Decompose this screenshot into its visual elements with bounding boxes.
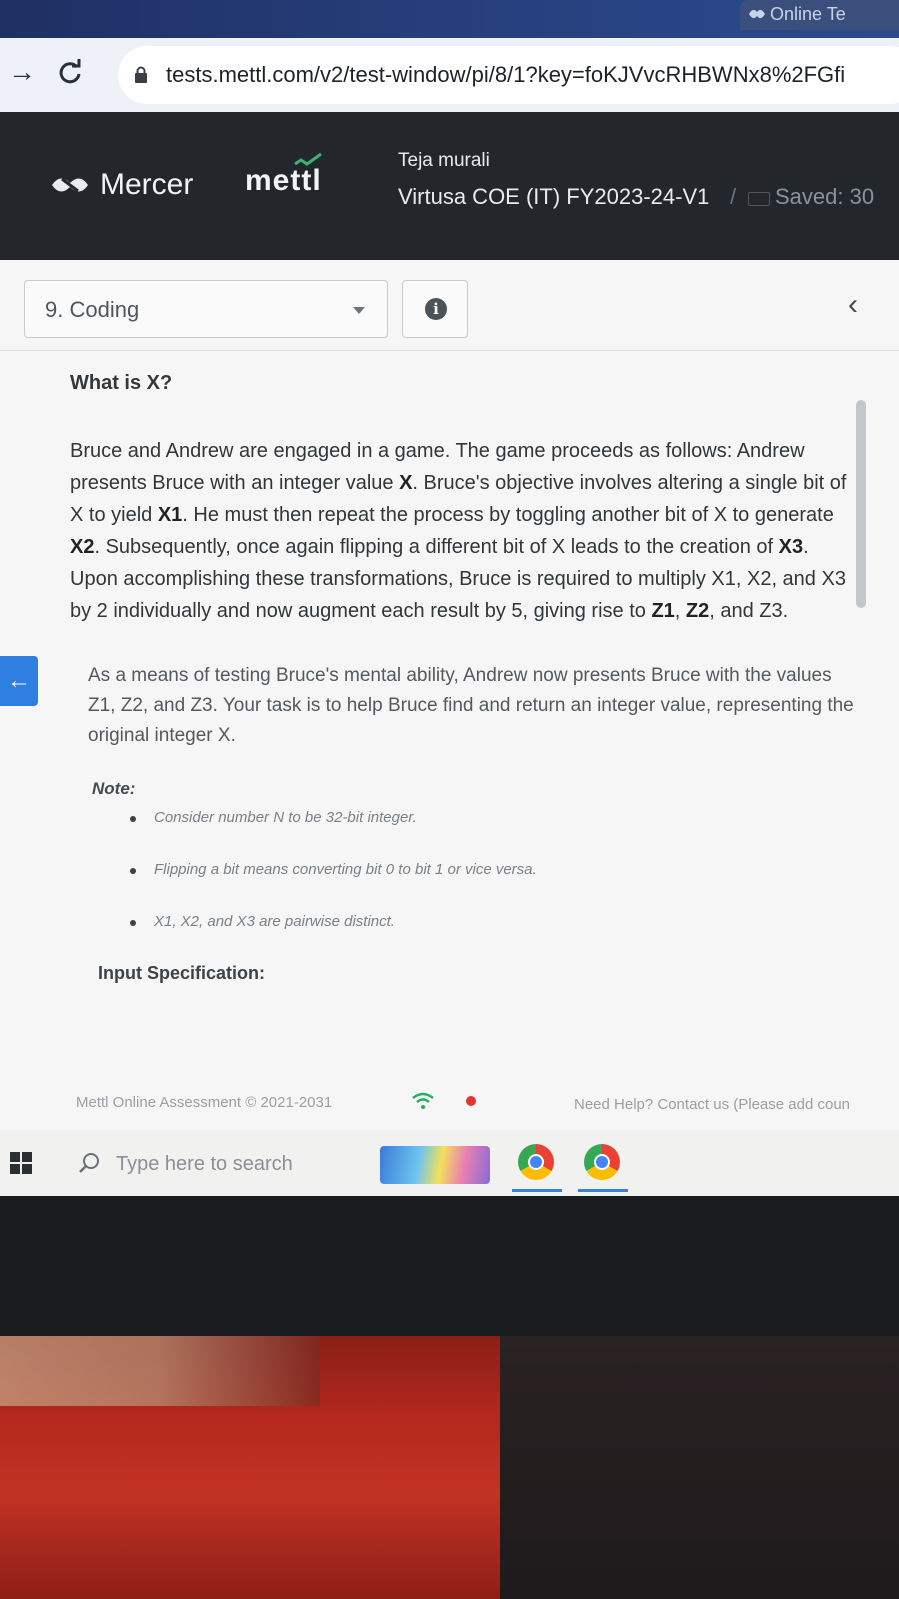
scrollbar[interactable] bbox=[856, 400, 866, 608]
address-bar[interactable]: tests.mettl.com/v2/test-window/pi/8/1?ke… bbox=[118, 46, 899, 104]
section-dropdown-value: 9. Coding bbox=[45, 297, 140, 322]
bold-term: Z1 bbox=[651, 600, 675, 622]
mercer-logo-text: Mercer bbox=[100, 168, 194, 201]
recording-indicator-icon bbox=[466, 1096, 476, 1106]
chevron-down-icon bbox=[353, 307, 365, 314]
mettl-logo-text: mettl bbox=[245, 164, 322, 197]
chevron-left-icon[interactable]: ‹ bbox=[848, 288, 858, 322]
desk-shadow bbox=[500, 1336, 899, 1599]
app-header: Mercer mettl Teja murali Virtusa COE (IT… bbox=[0, 112, 899, 260]
info-icon: i bbox=[425, 298, 447, 320]
url-text: tests.mettl.com/v2/test-window/pi/8/1?ke… bbox=[166, 62, 846, 87]
text-run: , bbox=[674, 600, 686, 622]
bold-term: X bbox=[399, 472, 413, 494]
test-name: Virtusa COE (IT) FY2023-24-V1 bbox=[398, 184, 710, 209]
section-dropdown[interactable]: 9. Coding bbox=[24, 280, 388, 338]
bold-term: Z2 bbox=[685, 600, 710, 622]
bold-term: X1 bbox=[157, 504, 183, 526]
saved-status: Saved: 30 bbox=[775, 184, 875, 209]
search-highlight-image[interactable] bbox=[380, 1146, 490, 1184]
user-name: Teja murali bbox=[398, 150, 490, 171]
arrow-left-icon[interactable]: ← bbox=[0, 656, 38, 706]
browser-tab-strip: Online Te bbox=[0, 0, 899, 38]
mercer-logo: Mercer bbox=[50, 168, 193, 202]
info-button[interactable]: i bbox=[402, 280, 468, 338]
footer-copyright: Mettl Online Assessment © 2021-2031 bbox=[76, 1094, 333, 1111]
forward-arrow-icon[interactable]: → bbox=[2, 52, 42, 92]
windows-logo-icon[interactable] bbox=[10, 1152, 32, 1174]
chrome-icon[interactable] bbox=[512, 1140, 562, 1192]
question-body: What is X? Bruce and Andrew are engaged … bbox=[70, 360, 860, 984]
tab-favicon-icon bbox=[749, 9, 765, 19]
header-separator: / bbox=[730, 184, 737, 209]
divider bbox=[0, 350, 899, 351]
browser-tab[interactable]: Online Te bbox=[740, 0, 899, 30]
save-status-icon bbox=[748, 192, 770, 206]
desk-object bbox=[0, 1336, 320, 1406]
search-icon bbox=[79, 1153, 99, 1173]
input-specification-heading: Input Specification: bbox=[98, 963, 266, 983]
monitor-bezel bbox=[0, 1196, 899, 1336]
wifi-icon bbox=[412, 1092, 434, 1109]
mercer-logo-icon bbox=[52, 177, 88, 193]
reload-icon[interactable] bbox=[50, 52, 90, 92]
bold-term: X2 bbox=[70, 536, 95, 558]
question-paragraph-2: As a means of testing Bruce's mental abi… bbox=[88, 665, 854, 746]
mettl-logo: mettl bbox=[245, 152, 322, 198]
browser-toolbar: → tests.mettl.com/v2/test-window/pi/8/1?… bbox=[0, 38, 899, 112]
bold-term: X3 bbox=[778, 536, 804, 558]
question-paragraph-1: Bruce and Andrew are engaged in a game. … bbox=[70, 435, 860, 627]
tab-title: Online Te bbox=[770, 4, 846, 24]
note-item: X1, X2, and X3 are pairwise distinct. bbox=[130, 907, 860, 959]
taskbar-search[interactable]: Type here to search bbox=[70, 1144, 370, 1184]
note-label: Note: bbox=[92, 779, 136, 798]
text-run: , and Z3. bbox=[709, 600, 789, 622]
note-list: Consider number N to be 32-bit integer. … bbox=[70, 803, 860, 959]
question-title: What is X? bbox=[70, 372, 173, 394]
windows-taskbar: Type here to search bbox=[0, 1130, 899, 1196]
lock-icon bbox=[135, 66, 147, 83]
note-item: Flipping a bit means converting bit 0 to… bbox=[130, 855, 860, 907]
question-panel: 9. Coding i ‹ What is X? Bruce and Andre… bbox=[0, 260, 899, 1210]
footer: Mettl Online Assessment © 2021-2031 Need… bbox=[0, 1080, 899, 1130]
mettl-tick-icon bbox=[294, 152, 322, 166]
chrome-icon[interactable] bbox=[578, 1140, 628, 1192]
text-run: . Subsequently, once again flipping a di… bbox=[94, 536, 779, 558]
help-link[interactable]: Need Help? Contact us (Please add coun bbox=[574, 1096, 850, 1113]
search-placeholder: Type here to search bbox=[116, 1153, 293, 1175]
note-item: Consider number N to be 32-bit integer. bbox=[130, 803, 860, 855]
text-run: . He must then repeat the process by tog… bbox=[182, 504, 834, 526]
